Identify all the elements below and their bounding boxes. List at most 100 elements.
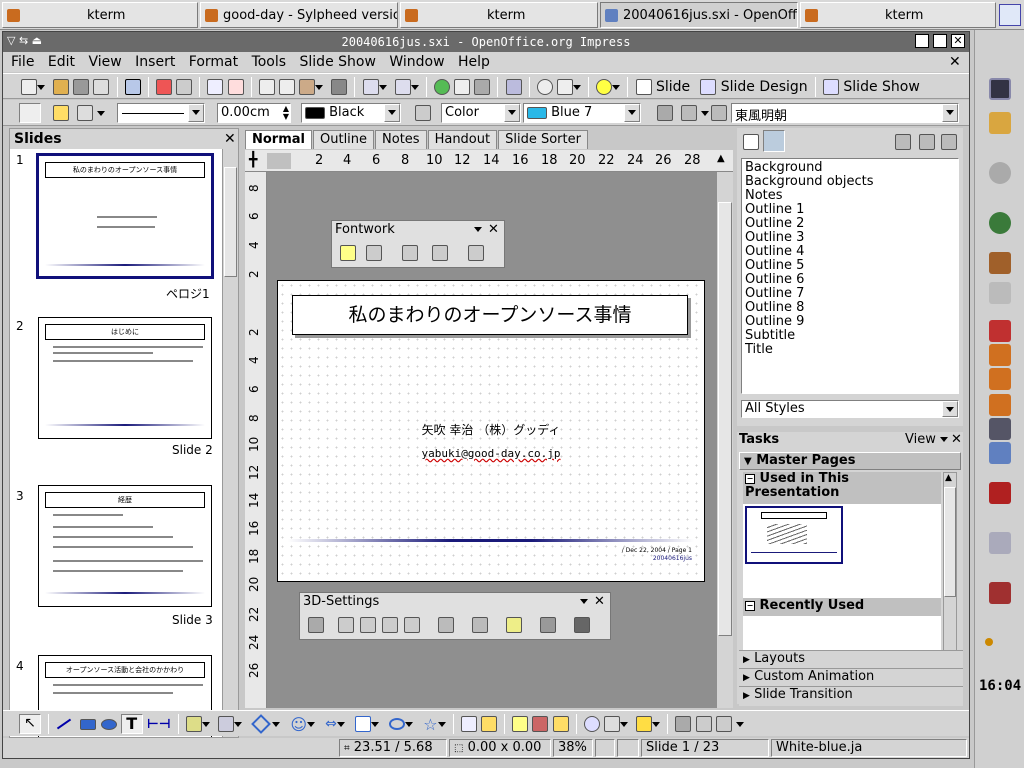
rectangle-tool-icon[interactable] (80, 718, 97, 730)
gallery-icon[interactable] (552, 716, 569, 732)
tab-slide-sorter[interactable]: Slide Sorter (498, 130, 588, 149)
menu-help[interactable]: Help (458, 54, 490, 70)
ruler-scroll-right-icon[interactable]: ▲ (717, 153, 725, 164)
style-item[interactable]: Background (742, 161, 958, 175)
styles-list[interactable]: Background Background objects Notes Outl… (741, 158, 959, 394)
slide-email[interactable]: yabuki@good-day.co.jp (278, 447, 704, 460)
graphics-styles-icon[interactable] (763, 130, 785, 152)
new-dropdown-icon[interactable] (37, 84, 45, 90)
minimize-button[interactable] (915, 34, 929, 48)
select-tool[interactable]: ↖ (19, 714, 41, 734)
new-icon[interactable] (21, 79, 37, 95)
help-icon[interactable] (596, 79, 613, 95)
app-icon[interactable] (989, 344, 1011, 366)
block-arrows-icon[interactable]: ⇔ (325, 716, 337, 732)
arrange-icon[interactable] (636, 716, 653, 732)
style-item[interactable]: Outline 7 (742, 287, 958, 301)
menu-tools[interactable]: Tools (252, 54, 287, 70)
flowchart-icon[interactable] (355, 716, 372, 732)
printer-icon[interactable] (989, 282, 1011, 304)
line-style-select[interactable] (117, 103, 205, 123)
connector-dropdown-icon[interactable] (234, 721, 243, 727)
surface-icon[interactable] (540, 617, 556, 633)
undo-dropdown-icon[interactable] (378, 84, 387, 90)
slide-thumbnail-1[interactable]: 私のまわりのオープンソース事情 (36, 153, 214, 279)
clone-format-icon[interactable] (331, 79, 348, 95)
terminal-icon[interactable] (989, 78, 1011, 100)
status-zoom[interactable]: 38% (553, 739, 593, 757)
text-tool[interactable]: T (120, 714, 143, 734)
slide-thumbnail-2[interactable]: はじめに (38, 317, 212, 439)
fontwork-align-icon[interactable] (432, 245, 448, 261)
style-item[interactable]: Outline 8 (742, 301, 958, 315)
taskbar-item-impress[interactable]: 20040616jus.sxi - OpenOffice (600, 2, 798, 28)
style-item[interactable]: Outline 1 (742, 203, 958, 217)
save-icon[interactable] (73, 79, 90, 95)
style-filter-select[interactable]: All Styles (741, 400, 959, 418)
zoom-icon[interactable] (556, 79, 573, 95)
interaction-icon[interactable] (695, 716, 712, 732)
menu-window[interactable]: Window (389, 54, 444, 70)
fontwork-close-icon[interactable]: ✕ (488, 222, 499, 237)
edit-file-icon[interactable] (124, 79, 141, 95)
flowchart-dropdown-icon[interactable] (371, 721, 380, 727)
cut-icon[interactable] (258, 79, 275, 95)
fill-color-select[interactable]: Blue 7 (523, 103, 641, 123)
recent-section-header[interactable]: − Recently Used (743, 598, 941, 616)
export-pdf-icon[interactable] (155, 79, 172, 95)
copy-icon[interactable] (278, 79, 295, 95)
app-icon[interactable] (989, 320, 1011, 342)
effects-icon[interactable] (715, 716, 732, 732)
curve-dropdown-icon[interactable] (201, 721, 210, 727)
line-ends-icon[interactable] (77, 105, 93, 121)
scroll-thumb[interactable] (944, 487, 956, 597)
slide-transition-section[interactable]: ▶ Slide Transition (739, 686, 963, 704)
fontwork-same-height-icon[interactable] (402, 245, 418, 261)
help-dropdown-icon[interactable] (612, 84, 621, 90)
menu-file[interactable]: File (11, 54, 34, 70)
navigator-icon[interactable] (474, 79, 491, 95)
line-style-dropdown-button[interactable] (188, 104, 204, 122)
status-signature[interactable] (617, 739, 639, 757)
autospellcheck-icon[interactable] (227, 79, 244, 95)
slide-author[interactable]: 矢吹 幸治 （株）グッディ (278, 421, 704, 438)
slide-thumbnail-3[interactable]: 経歴 (38, 485, 212, 607)
area-fill-icon[interactable] (415, 105, 431, 121)
ellipse-tool-icon[interactable] (100, 718, 117, 730)
gear-icon[interactable] (989, 162, 1011, 184)
stars-dropdown-icon[interactable] (437, 721, 446, 727)
scroll-thumb[interactable] (224, 167, 237, 277)
tab-outline[interactable]: Outline (313, 130, 375, 149)
undo-icon[interactable] (362, 79, 379, 95)
app-icon[interactable] (989, 368, 1011, 390)
chart-icon[interactable] (433, 79, 450, 95)
fontwork-menu-icon[interactable] (474, 227, 482, 232)
style-item[interactable]: Title (742, 343, 958, 357)
callouts-icon[interactable] (389, 718, 406, 730)
maximize-button[interactable] (933, 34, 947, 48)
style-item[interactable]: Outline 2 (742, 217, 958, 231)
callouts-dropdown-icon[interactable] (405, 721, 414, 727)
3d-settings-menu-icon[interactable] (580, 599, 588, 604)
toolbox-icon[interactable] (989, 482, 1011, 504)
redo-dropdown-icon[interactable] (410, 84, 419, 90)
align-icon[interactable] (711, 105, 727, 121)
print-icon[interactable] (176, 79, 193, 95)
line-color-dropdown-button[interactable] (384, 104, 400, 122)
style-item[interactable]: Subtitle (742, 329, 958, 343)
fill-format-icon[interactable] (895, 134, 911, 150)
shadow-icon[interactable] (657, 105, 673, 121)
tasks-view-menu[interactable]: View (905, 432, 948, 447)
tab-notes[interactable]: Notes (375, 130, 427, 149)
taskbar-item-kterm-2[interactable]: kterm (400, 2, 598, 28)
fill-type-dropdown-button[interactable] (504, 104, 520, 122)
menu-view[interactable]: View (88, 54, 121, 70)
taskbar-item-sylpheed[interactable]: good-day - Sylpheed version (200, 2, 398, 28)
paste-icon[interactable] (299, 79, 316, 95)
navigator-compass-icon[interactable] (536, 79, 553, 95)
curve-tool-icon[interactable] (185, 716, 202, 732)
spellcheck-icon[interactable] (207, 79, 224, 95)
update-style-icon[interactable] (941, 134, 957, 150)
style-item[interactable]: Outline 3 (742, 231, 958, 245)
line-tool-icon[interactable] (57, 718, 72, 730)
